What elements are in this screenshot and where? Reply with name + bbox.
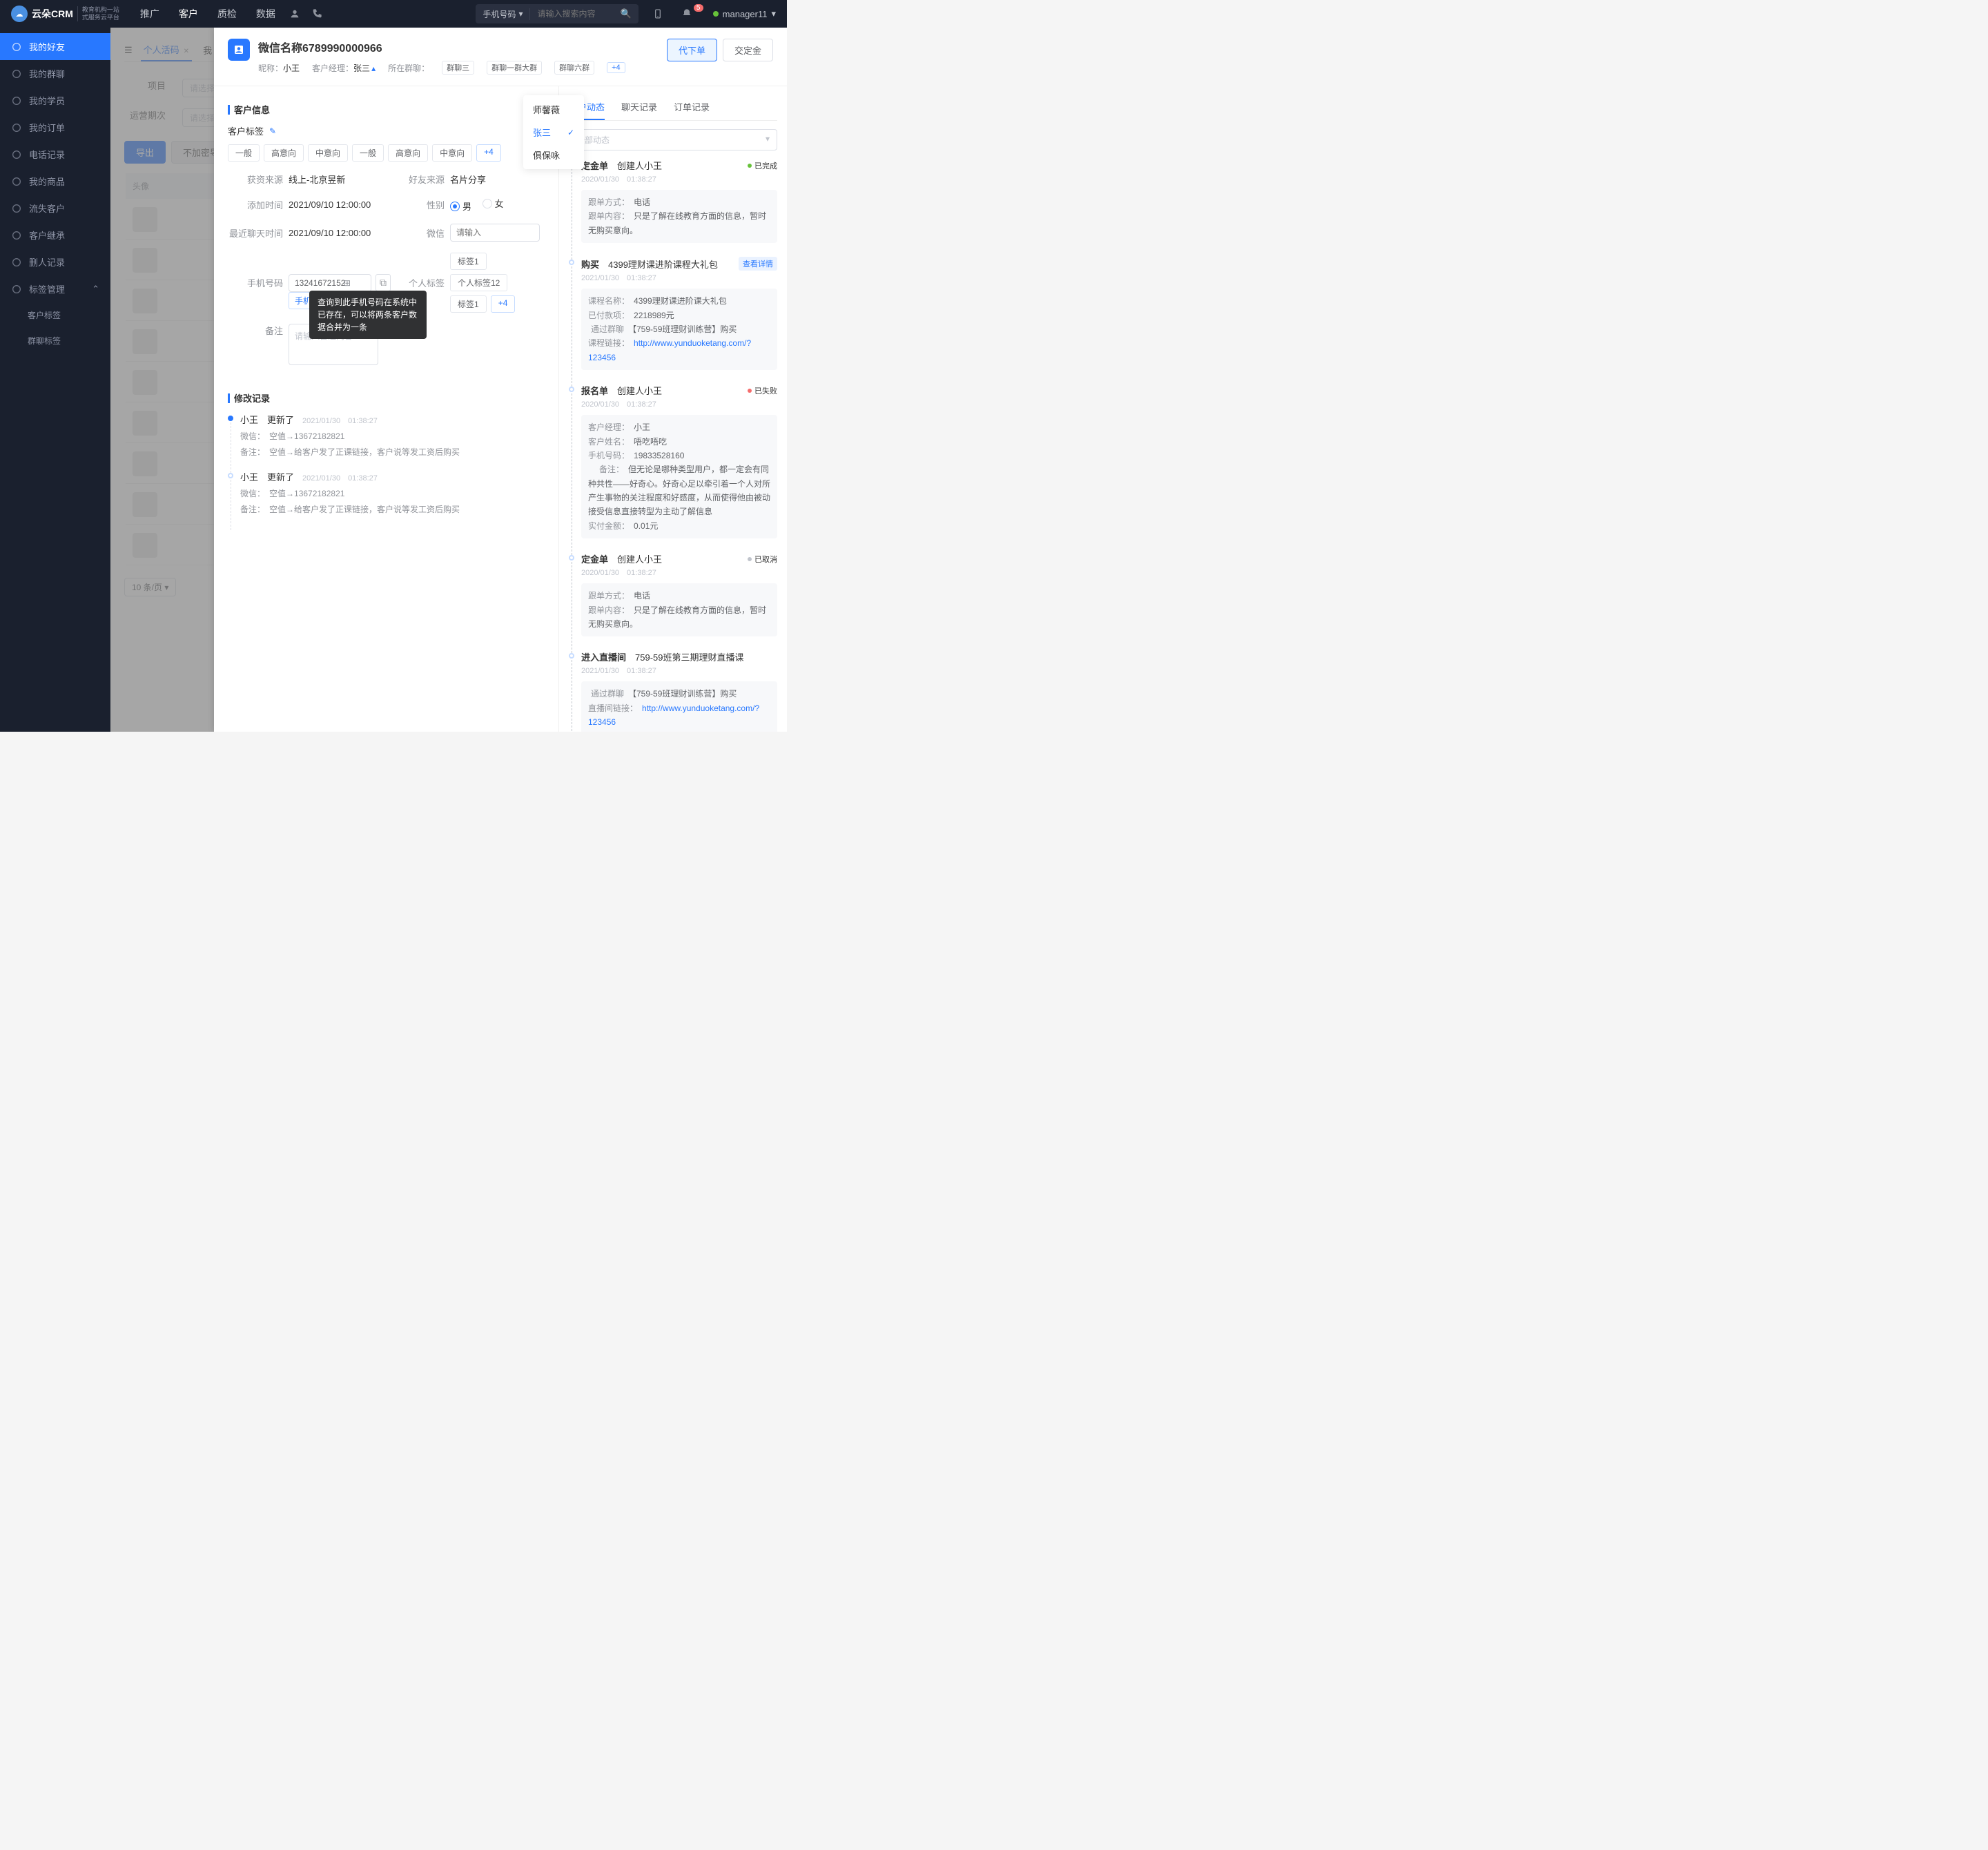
status-dot <box>713 11 719 17</box>
dropdown-option[interactable]: 师馨薇 <box>523 98 584 121</box>
mobile-icon[interactable] <box>652 8 663 19</box>
content-area: ☰ 个人活码✕ 我 项目 请选择▾ 运营期次 请选择▾ 导出 不加密导出 头像微… <box>110 28 787 732</box>
group-more[interactable]: +4 <box>607 62 625 73</box>
delete-icon <box>11 257 22 268</box>
funnel-icon <box>11 95 22 106</box>
user-icon[interactable] <box>289 8 300 19</box>
nav-data[interactable]: 数据 <box>256 7 275 21</box>
right-tabs: 客户动态 聊天记录 订单记录 <box>569 97 777 121</box>
nav-promo[interactable]: 推广 <box>140 7 159 21</box>
sidebar-item[interactable]: 标签管理⌃ <box>0 275 110 302</box>
check-icon: ✓ <box>567 128 574 137</box>
tag[interactable]: 一般 <box>228 144 260 162</box>
proxy-order-button[interactable]: 代下单 <box>667 39 717 61</box>
group-chip[interactable]: 群聊一群大群 <box>487 61 542 75</box>
sidebar-item[interactable]: 流失客户 <box>0 195 110 222</box>
group-chip[interactable]: 群聊三 <box>442 61 474 75</box>
tag[interactable]: 一般 <box>352 144 384 162</box>
user-menu[interactable]: manager11▾ <box>713 8 776 19</box>
logo: ☁ 云朵CRM 教育机构一站式服务云平台 <box>11 6 119 22</box>
customer-tags: 一般高意向中意向一般高意向中意向+4 <box>228 144 545 162</box>
exit-icon <box>11 203 22 214</box>
history-item: 小王 更新了2021/01/30 01:38:27微信：空值→136721828… <box>240 470 545 527</box>
hand-icon <box>11 122 22 133</box>
timeline-item: 定金单 创建人小王已完成 2020/01/30 01:38:27跟单方式：电话跟… <box>581 159 777 257</box>
dropdown-option[interactable]: 张三✓ <box>523 121 584 144</box>
top-nav: 推广 客户 质检 数据 <box>140 7 275 21</box>
sidebar-item[interactable]: 我的学员 <box>0 87 110 114</box>
sidebar-subitem[interactable]: 群聊标签 <box>0 328 110 353</box>
search-box: 手机号码▾ 🔍 <box>476 4 638 23</box>
view-detail-link[interactable]: 查看详情 <box>739 257 777 271</box>
bell-icon <box>681 8 692 19</box>
section-history: 修改记录 <box>228 391 545 405</box>
sidebar-item[interactable]: 我的群聊 <box>0 60 110 87</box>
tag[interactable]: 高意向 <box>264 144 304 162</box>
sidebar: 我的好友我的群聊我的学员我的订单电话记录我的商品流失客户客户继承删人记录标签管理… <box>0 28 110 732</box>
phone-icon[interactable] <box>311 8 322 19</box>
timeline-item: 定金单 创建人小王已取消 2020/01/30 01:38:27跟单方式：电话跟… <box>581 552 777 650</box>
tag[interactable]: 高意向 <box>388 144 428 162</box>
tag[interactable]: 中意向 <box>308 144 348 162</box>
clock-icon <box>11 41 22 52</box>
users-icon <box>11 68 22 79</box>
phone-icon <box>11 149 22 160</box>
customer-title: 微信名称6789990000966 <box>258 39 625 55</box>
manager-select[interactable]: 客户经理：张三▴ <box>312 62 376 74</box>
rtab-orders[interactable]: 订单记录 <box>674 97 710 120</box>
gender-female-radio[interactable]: 女 <box>483 197 504 210</box>
timeline-item: 购买 4399理财课进阶课程大礼包查看详情 2021/01/30 01:38:2… <box>581 257 777 384</box>
nav-qc[interactable]: 质检 <box>217 7 237 21</box>
tag-icon <box>11 284 22 295</box>
customer-avatar-icon <box>228 39 250 61</box>
dropdown-option[interactable]: 俱保咏 <box>523 144 584 166</box>
customer-tag-label: 客户标签 <box>228 124 264 137</box>
group-chip[interactable]: 群聊六群 <box>554 61 594 75</box>
personal-tag[interactable]: 标签1 <box>450 295 487 313</box>
scan-icon[interactable]: ⊞ <box>344 278 351 288</box>
topbar: ☁ 云朵CRM 教育机构一站式服务云平台 推广 客户 质检 数据 手机号码▾ 🔍… <box>0 0 787 28</box>
section-customer-info: 客户信息 <box>228 103 545 116</box>
box-icon <box>11 176 22 187</box>
search-type-select[interactable]: 手机号码▾ <box>476 8 530 20</box>
brand-sub: 教育机构一站式服务云平台 <box>77 6 119 21</box>
phone-tooltip: 查询到此手机号码在系统中已存在，可以将两条客户数据合并为一条 <box>309 291 427 339</box>
sidebar-item[interactable]: 删人记录 <box>0 249 110 275</box>
inherit-icon <box>11 230 22 241</box>
timeline-item: 进入直播间 759-59班第三期理财直播课 2021/01/30 01:38:2… <box>581 650 777 732</box>
deposit-button[interactable]: 交定金 <box>723 39 773 61</box>
customer-drawer: 微信名称6789990000966 昵称：小王 客户经理：张三▴ 所在群聊： 群… <box>214 28 787 732</box>
sidebar-subitem[interactable]: 客户标签 <box>0 302 110 328</box>
notification-bell[interactable]: 5 <box>676 8 698 19</box>
sidebar-item[interactable]: 电话记录 <box>0 141 110 168</box>
search-input[interactable] <box>530 9 613 19</box>
gender-male-radio[interactable]: 男 <box>450 199 471 213</box>
rtab-chat[interactable]: 聊天记录 <box>621 97 657 120</box>
sidebar-item[interactable]: 我的商品 <box>0 168 110 195</box>
wechat-input[interactable] <box>450 224 540 242</box>
tag-more[interactable]: +4 <box>476 144 501 162</box>
copy-icon[interactable]: ⧉ <box>376 274 391 291</box>
nav-customer[interactable]: 客户 <box>179 7 198 21</box>
sidebar-item[interactable]: 客户继承 <box>0 222 110 249</box>
phone-input[interactable]: 13241672152 <box>289 274 371 292</box>
activity-filter-select[interactable]: 全部动态▾ <box>569 129 777 150</box>
brand-name: 云朵CRM <box>32 7 73 21</box>
personal-tag[interactable]: 标签1 <box>450 253 487 270</box>
chevron-up-icon: ▴ <box>371 64 376 73</box>
personal-tag-more[interactable]: +4 <box>491 295 516 313</box>
history-item: 小王 更新了2021/01/30 01:38:27微信：空值→136721828… <box>240 413 545 470</box>
search-button[interactable]: 🔍 <box>613 8 638 19</box>
sidebar-item[interactable]: 我的好友 <box>0 33 110 60</box>
notif-badge: 5 <box>694 4 703 12</box>
sidebar-item[interactable]: 我的订单 <box>0 114 110 141</box>
tag[interactable]: 中意向 <box>432 144 472 162</box>
timeline-item: 报名单 创建人小王已失败 2020/01/30 01:38:27客户经理：小王客… <box>581 384 777 552</box>
personal-tag[interactable]: 个人标签12 <box>450 274 507 291</box>
logo-icon: ☁ <box>11 6 28 22</box>
edit-tags-icon[interactable]: ✎ <box>269 126 276 136</box>
manager-dropdown: 师馨薇张三✓俱保咏 <box>523 95 584 169</box>
